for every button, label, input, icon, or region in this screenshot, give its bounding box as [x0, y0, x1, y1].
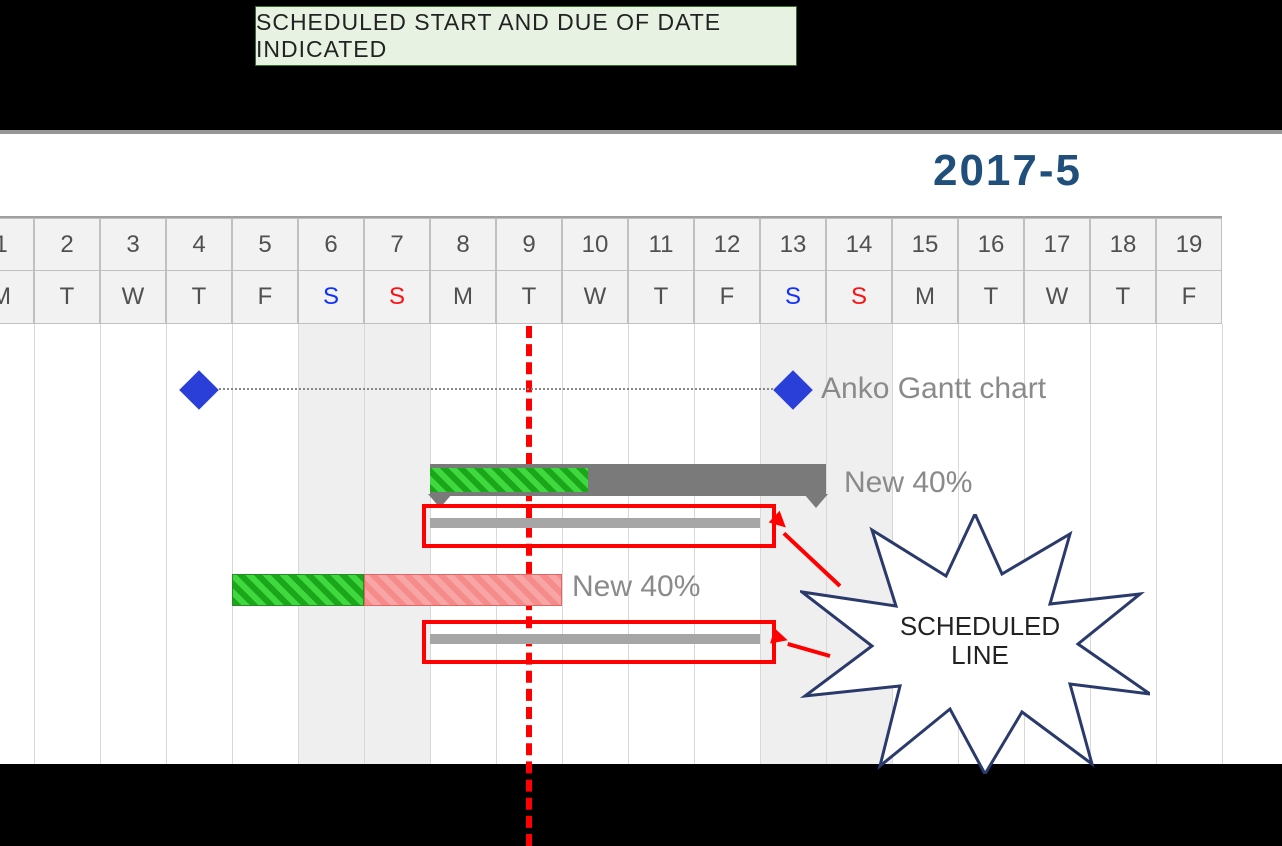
- day-of-week: W: [562, 270, 628, 324]
- day-number: 6: [298, 218, 364, 272]
- day-of-week: S: [760, 270, 826, 324]
- grid-line: [1222, 324, 1223, 764]
- day-of-week: S: [298, 270, 364, 324]
- title-banner: SCHEDULED START AND DUE OF DATE INDICATE…: [255, 6, 797, 66]
- day-number: 3: [100, 218, 166, 272]
- day-of-week: T: [166, 270, 232, 324]
- day-number: 1: [0, 218, 34, 272]
- day-number: 10: [562, 218, 628, 272]
- grid-line: [100, 324, 101, 764]
- day-col-5: 5F: [232, 216, 298, 324]
- starburst-callout: SCHEDULED LINE: [800, 514, 1150, 779]
- day-of-week: F: [232, 270, 298, 324]
- day-of-week: W: [100, 270, 166, 324]
- day-of-week: T: [496, 270, 562, 324]
- day-number: 11: [628, 218, 694, 272]
- weekend-shade: [298, 324, 364, 764]
- day-number: 2: [34, 218, 100, 272]
- starburst-line1: SCHEDULED: [895, 612, 1065, 641]
- summary-label: Anko Gantt chart: [821, 372, 1046, 406]
- day-col-6: 6S: [298, 216, 364, 324]
- day-number: 12: [694, 218, 760, 272]
- title-text: SCHEDULED START AND DUE OF DATE INDICATE…: [256, 9, 796, 63]
- day-number: 13: [760, 218, 826, 272]
- day-number: 8: [430, 218, 496, 272]
- grid-line: [298, 324, 299, 764]
- day-number: 15: [892, 218, 958, 272]
- day-col-15: 15M: [892, 216, 958, 324]
- day-col-19: 19F: [1156, 216, 1222, 324]
- weekend-shade: [364, 324, 430, 764]
- day-of-week: T: [628, 270, 694, 324]
- day-number: 4: [166, 218, 232, 272]
- day-col-18: 18T: [1090, 216, 1156, 324]
- day-of-week: M: [430, 270, 496, 324]
- grid-line: [232, 324, 233, 764]
- day-of-week: T: [34, 270, 100, 324]
- day-col-14: 14S: [826, 216, 892, 324]
- day-col-1: 1M: [0, 216, 34, 324]
- grid-line: [364, 324, 365, 764]
- day-col-13: 13S: [760, 216, 826, 324]
- starburst-text: SCHEDULED LINE: [895, 612, 1065, 669]
- day-number: 9: [496, 218, 562, 272]
- starburst-line2: LINE: [895, 641, 1065, 670]
- day-number: 17: [1024, 218, 1090, 272]
- day-of-week: M: [0, 270, 34, 324]
- day-col-10: 10W: [562, 216, 628, 324]
- gantt-chart: 2017-5 1M2T3W4T5F6S7S8M9T10W11T12F13S14S…: [0, 130, 1282, 769]
- day-col-17: 17W: [1024, 216, 1090, 324]
- grid-line: [166, 324, 167, 764]
- day-col-7: 7S: [364, 216, 430, 324]
- day-col-9: 9T: [496, 216, 562, 324]
- day-of-week: M: [892, 270, 958, 324]
- day-of-week: S: [364, 270, 430, 324]
- day-col-8: 8M: [430, 216, 496, 324]
- day-number: 19: [1156, 218, 1222, 272]
- day-col-3: 3W: [100, 216, 166, 324]
- day-col-4: 4T: [166, 216, 232, 324]
- day-col-16: 16T: [958, 216, 1024, 324]
- day-header: 1M2T3W4T5F6S7S8M9T10W11T12F13S14S15M16T1…: [0, 216, 1282, 324]
- day-number: 5: [232, 218, 298, 272]
- day-of-week: F: [694, 270, 760, 324]
- callout-box-scheduled-2: [422, 620, 776, 664]
- day-col-11: 11T: [628, 216, 694, 324]
- day-of-week: W: [1024, 270, 1090, 324]
- day-col-12: 12F: [694, 216, 760, 324]
- day-number: 7: [364, 218, 430, 272]
- month-label: 2017-5: [933, 146, 1082, 196]
- day-of-week: S: [826, 270, 892, 324]
- day-number: 18: [1090, 218, 1156, 272]
- day-number: 16: [958, 218, 1024, 272]
- summary-bar[interactable]: [199, 388, 793, 390]
- task-label: New 40%: [844, 466, 972, 500]
- day-of-week: T: [1090, 270, 1156, 324]
- grid-line: [34, 324, 35, 764]
- day-of-week: F: [1156, 270, 1222, 324]
- task-bar[interactable]: [232, 574, 562, 606]
- task-bar[interactable]: [430, 464, 826, 496]
- day-number: 14: [826, 218, 892, 272]
- day-of-week: T: [958, 270, 1024, 324]
- callout-box-scheduled-1: [422, 504, 776, 548]
- day-col-2: 2T: [34, 216, 100, 324]
- task-label: New 40%: [572, 570, 700, 604]
- grid-line: [1156, 324, 1157, 764]
